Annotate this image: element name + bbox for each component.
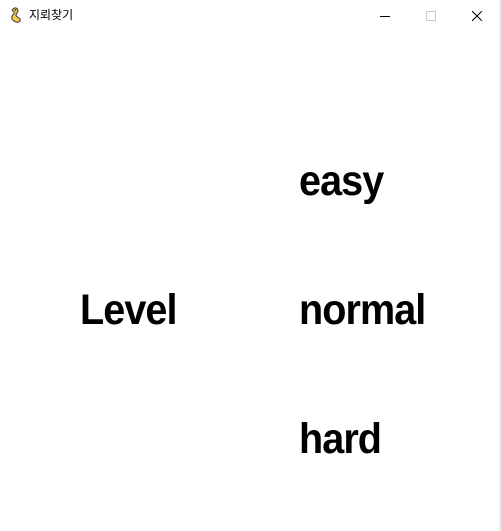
minimize-button[interactable] xyxy=(362,0,408,31)
maximize-icon xyxy=(426,6,436,25)
level-heading: Level xyxy=(80,286,177,334)
window-title: 지뢰찾기 xyxy=(29,8,74,22)
close-icon xyxy=(471,6,483,25)
title-bar[interactable]: 지뢰찾기 xyxy=(0,0,501,31)
level-option-hard[interactable]: hard xyxy=(299,418,382,461)
level-option-easy[interactable]: easy xyxy=(299,160,384,203)
level-option-normal[interactable]: normal xyxy=(299,289,426,332)
close-button[interactable] xyxy=(454,0,500,31)
maximize-button[interactable] xyxy=(408,0,454,31)
app-icon xyxy=(8,7,24,23)
minimize-icon xyxy=(380,6,390,25)
app-window: 지뢰찾기 Level easy normal hard xyxy=(0,0,501,531)
game-canvas[interactable]: Level easy normal hard xyxy=(0,31,499,529)
